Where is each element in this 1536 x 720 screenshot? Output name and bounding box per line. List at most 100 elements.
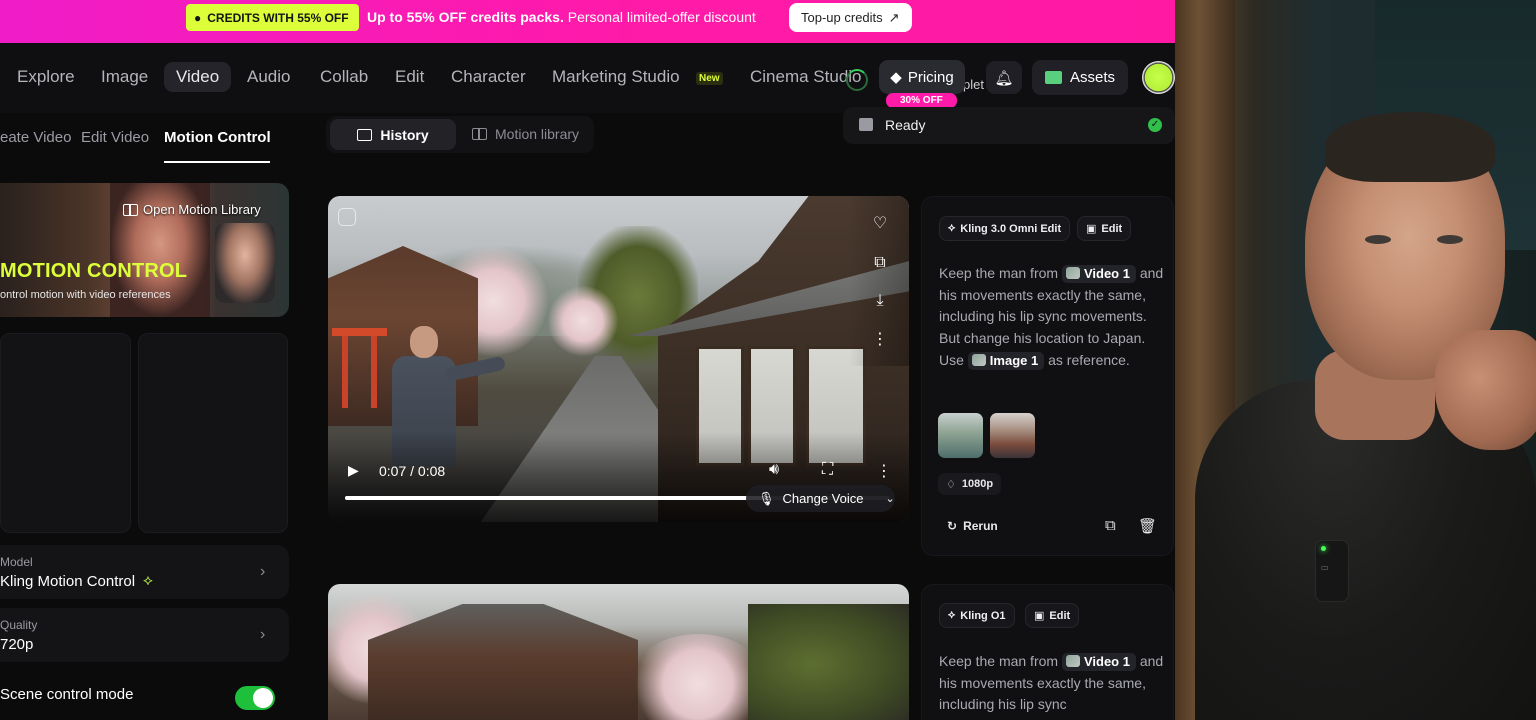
webcam-eye: [1437, 235, 1463, 244]
tab-history[interactable]: History: [330, 119, 456, 150]
edit-icon: ▣: [1034, 610, 1045, 622]
check-circle-icon: ✓: [1148, 118, 1162, 132]
volume-icon[interactable]: 🔊︎: [769, 461, 779, 479]
motion-control-title: MOTION CONTROL: [0, 260, 188, 282]
edit-chip-label: Edit: [1049, 609, 1071, 622]
promo-tag[interactable]: ● CREDITS WITH 55% OFF: [186, 4, 359, 31]
copy-icon[interactable]: ⧉: [1105, 517, 1116, 534]
quality-selector[interactable]: Quality 720p ›: [0, 608, 289, 662]
upload-slot-video[interactable]: [0, 333, 131, 533]
fullscreen-icon[interactable]: ⛶: [822, 461, 833, 479]
quality-value: 720p: [0, 636, 34, 653]
motion-control-subtitle: ontrol motion with video references: [0, 289, 171, 301]
nav-cinema-studio[interactable]: Cinema Studio: [750, 67, 862, 87]
nav-edit[interactable]: Edit: [395, 67, 424, 87]
tag-icon: ●: [194, 10, 202, 25]
generation-status-panel[interactable]: Ready ✓: [843, 107, 1175, 144]
rerun-label: Rerun: [963, 519, 998, 533]
nav-explore[interactable]: Explore: [17, 67, 75, 87]
lavalier-mic: ▭: [1315, 540, 1349, 602]
motion-library-label: Motion library: [495, 126, 580, 142]
progress-fill: [345, 496, 771, 500]
nav-audio[interactable]: Audio: [247, 67, 290, 87]
trash-icon[interactable]: 🗑︎: [1138, 517, 1157, 535]
nav-image[interactable]: Image: [101, 67, 148, 87]
video-player[interactable]: ♡ ⧉ ⤓ ⋮ ▶ 0:07 / 0:08 🔊︎ ⛶ ⋮ 🎙︎ Change V…: [328, 196, 909, 522]
reference-thumbnail-image[interactable]: [990, 413, 1035, 458]
change-voice-button[interactable]: 🎙︎ Change Voice ⌄: [746, 485, 895, 512]
notifications-button[interactable]: 🔔︎: [986, 61, 1022, 94]
prompt-part: Keep the man from: [939, 653, 1059, 669]
edit-chip[interactable]: ▣ Edit: [1077, 216, 1132, 241]
cherry-blossom: [548, 286, 618, 356]
model-chip[interactable]: ⟡ Kling O1: [939, 603, 1015, 628]
more-vertical-icon[interactable]: ⋮: [876, 461, 892, 481]
folder-icon: [357, 128, 373, 141]
video-reference-chip[interactable]: Video 1: [1061, 265, 1136, 283]
mic-led: [1321, 546, 1326, 551]
kling-icon: ⟡: [948, 222, 956, 234]
loading-spinner-icon: [846, 69, 868, 91]
assets-label: Assets: [1069, 69, 1115, 86]
video-player-2[interactable]: [328, 584, 909, 720]
video-thumb-icon: [1065, 267, 1080, 279]
assets-button[interactable]: Assets: [1032, 60, 1128, 95]
model-chip[interactable]: ⟡ Kling 3.0 Omni Edit: [939, 216, 1071, 241]
reference-thumbnail-video[interactable]: [938, 413, 983, 458]
heart-icon[interactable]: ♡: [869, 213, 891, 235]
nav-video[interactable]: Video: [164, 62, 232, 92]
book-icon: [123, 203, 138, 216]
model-selector[interactable]: Model Kling Motion Control ⟡ ›: [0, 545, 289, 599]
nav-character[interactable]: Character: [451, 67, 526, 87]
motion-control-card[interactable]: Open Motion Library MOTION CONTROL ontro…: [0, 183, 289, 317]
quality-label: Quality: [0, 618, 38, 632]
prompt-text: Keep the man from Video 1 and his moveme…: [939, 651, 1164, 716]
topup-credits-button[interactable]: Top-up credits ↗: [789, 3, 912, 32]
scene-control-toggle[interactable]: [235, 686, 275, 710]
pricing-discount-badge: 30% OFF: [886, 93, 957, 108]
video-thumb-icon: [1065, 655, 1080, 667]
active-tab-indicator: [164, 161, 270, 163]
edit-chip[interactable]: ▣ Edit: [1025, 603, 1080, 628]
image-reference-chip[interactable]: Image 1: [967, 351, 1045, 370]
pricing-label: Pricing: [907, 68, 954, 86]
play-icon[interactable]: ▶: [348, 462, 359, 479]
edit-chip-label: Edit: [1101, 222, 1123, 235]
nav-collab[interactable]: Collab: [320, 67, 368, 87]
model-chip-label: Kling O1: [960, 609, 1006, 622]
open-motion-library-button[interactable]: Open Motion Library: [123, 202, 261, 217]
new-badge: New: [696, 72, 723, 85]
microphone-icon: 🎙︎: [758, 490, 775, 506]
promo-banner: ● CREDITS WITH 55% OFF Up to 55% OFF cre…: [0, 0, 1175, 43]
prompt-part: Use: [939, 351, 964, 368]
preview-thumbnail: [215, 223, 275, 303]
diamond-icon: ◆: [890, 69, 902, 86]
more-vertical-icon[interactable]: ⋮: [869, 329, 891, 351]
nav-marketing-studio[interactable]: Marketing Studio: [552, 67, 680, 87]
chevron-right-icon: ›: [260, 563, 266, 580]
webcam-eye: [1365, 235, 1391, 244]
topup-label: Top-up credits: [801, 10, 883, 25]
webcam-hair: [1325, 112, 1495, 182]
download-icon[interactable]: ⤓: [869, 290, 891, 312]
upload-slot-image[interactable]: [138, 333, 288, 533]
tab-motion-library[interactable]: Motion library: [472, 126, 579, 142]
tab-create-video[interactable]: eate Video: [0, 129, 71, 146]
copy-icon[interactable]: ⧉: [869, 252, 891, 274]
video-reference-chip[interactable]: Video 1: [1061, 653, 1136, 671]
tab-edit-video[interactable]: Edit Video: [81, 129, 149, 146]
history-label: History: [380, 126, 429, 143]
avatar[interactable]: [1142, 61, 1175, 94]
mic-logo: ▭: [1321, 563, 1329, 572]
tab-motion-control[interactable]: Motion Control: [164, 129, 271, 146]
video-reference-label: Video 1: [1083, 266, 1130, 281]
select-checkbox[interactable]: [338, 208, 356, 226]
rerun-button[interactable]: ↻ Rerun: [947, 519, 998, 533]
pricing-button[interactable]: ◆ Pricing: [879, 60, 965, 94]
kling-logo-icon: ⟡: [143, 572, 153, 589]
image-thumb-icon: [971, 353, 986, 366]
model-value: Kling Motion Control: [0, 573, 136, 590]
generation-details-card-2: ⟡ Kling O1 ▣ Edit Keep the man from Vide…: [921, 584, 1174, 720]
bell-icon: 🔔︎: [994, 69, 1014, 87]
chevron-down-icon: ⌄: [885, 493, 895, 505]
